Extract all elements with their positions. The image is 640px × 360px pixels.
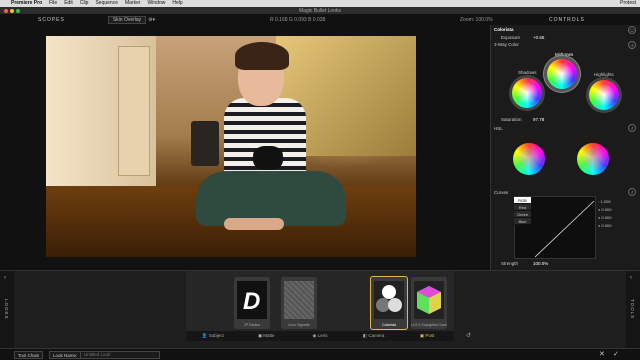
midtones-color-wheel[interactable]	[547, 59, 577, 89]
expand-left-icon[interactable]: ›	[4, 275, 7, 281]
menu-marker[interactable]: Marker	[125, 0, 141, 7]
saturation-value[interactable]: 97.78	[533, 117, 544, 122]
menu-help[interactable]: Help	[172, 0, 182, 7]
menu-edit[interactable]: Edit	[64, 0, 73, 7]
curves-label[interactable]: Curves	[494, 190, 508, 195]
menu-bar: Premiere Pro File Edit Clip Sequence Mar…	[0, 0, 640, 7]
scopes-title[interactable]: SCOPES	[38, 15, 65, 25]
window-title: Magic Bullet Looks	[299, 8, 341, 14]
expand-right-icon[interactable]: ‹	[630, 275, 633, 281]
hsl-label[interactable]: HSL	[494, 126, 503, 131]
tool-chain-area: › LOOKS ‹ TOOLS D 2P Radius Lens Vignett…	[0, 270, 640, 349]
tool-2p-radius[interactable]: D 2P Radius	[234, 277, 270, 329]
curve-value-1[interactable]: 1.000	[601, 199, 611, 204]
exposure-label: Exposure	[501, 35, 521, 40]
tool-colorista[interactable]: Colorista	[371, 277, 407, 329]
gear-icon[interactable]: ⚙▾	[148, 15, 155, 25]
tab-lens[interactable]: ◉ Lens	[293, 331, 347, 341]
menu-app-name[interactable]: Premiere Pro	[11, 0, 42, 7]
menu-right-label[interactable]: Protest	[620, 0, 636, 7]
svg-text:D: D	[243, 288, 260, 315]
curve-value-2[interactable]: 0.000	[602, 207, 612, 212]
highlights-color-wheel[interactable]	[589, 80, 619, 110]
look-name-label: Look Name:	[49, 351, 82, 359]
tool-name-label: Lens Vignette	[288, 323, 310, 327]
highlights-label: Highlights	[594, 72, 614, 77]
hsl-reset-icon[interactable]: ↺	[628, 124, 636, 132]
bottom-bar: Tool Chain Look Name: ✕ ✓	[0, 348, 640, 360]
exposure-value[interactable]: +0.65	[533, 35, 544, 40]
power-icon[interactable]: ⏻	[628, 26, 636, 34]
tool-name-label: LUT 6 Evangelist Common 2	[411, 323, 447, 327]
look-name-input[interactable]	[80, 351, 160, 359]
lut-cube-icon	[417, 286, 441, 314]
tools-side-tab[interactable]: ‹ TOOLS	[626, 271, 640, 349]
curve-value-4[interactable]: 0.000	[602, 223, 612, 228]
confirm-icon[interactable]: ✓	[610, 351, 622, 359]
cancel-icon[interactable]: ✕	[596, 351, 608, 359]
zoom-readout: Zoom: 100.0%	[460, 17, 493, 23]
reset-icon[interactable]: ↺	[466, 331, 471, 341]
tab-post[interactable]: ▣ Post	[400, 331, 454, 341]
tool-thumbnail	[284, 281, 314, 319]
saturation-label: Saturation	[501, 117, 522, 122]
preview-image[interactable]	[46, 36, 416, 257]
radius-icon: D	[243, 288, 260, 315]
channel-green[interactable]: Green	[514, 211, 531, 218]
curve-channel-list: RGB Red Green Blue	[514, 197, 531, 225]
top-toolbar: SCOPES Skin Overlay ⚙▾ R 0.168 G 0.093 B…	[0, 15, 640, 25]
rgb-readout: R 0.168 G 0.093 B 0.038	[270, 17, 326, 23]
tool-category-tabs: 👤 Subject ◼ Matte ◉ Lens ◧ Camera ▣ Post	[186, 331, 454, 341]
tool-name-label: Colorista	[382, 323, 396, 327]
menu-window[interactable]: Window	[148, 0, 166, 7]
minimize-window-icon[interactable]	[10, 9, 14, 13]
zoom-window-icon[interactable]	[16, 9, 20, 13]
controls-title: CONTROLS	[549, 17, 585, 23]
tool-thumbnail	[414, 281, 444, 319]
looks-tab-label: LOOKS	[4, 299, 9, 320]
channel-blue[interactable]: Blue	[514, 218, 531, 225]
tool-name: Colorista	[494, 27, 514, 32]
tool-tray: D 2P Radius Lens Vignette Colorista LUT …	[186, 271, 454, 331]
menu-clip[interactable]: Clip	[80, 0, 89, 7]
curve-value-3[interactable]: 0.000	[602, 215, 612, 220]
tab-subject[interactable]: 👤 Subject	[186, 331, 240, 341]
hsl-saturation-wheel[interactable]	[577, 143, 609, 175]
shadows-label: Shadows	[518, 70, 537, 75]
tool-lens-vignette[interactable]: Lens Vignette	[281, 277, 317, 329]
tool-name-label: 2P Radius	[243, 323, 261, 327]
curve-values: ◦ 1.000 ● 0.000 ● 0.000 ● 0.000	[598, 199, 612, 228]
threeway-label[interactable]: 3-Way Color	[494, 42, 519, 47]
tool-thumbnail: D	[237, 281, 267, 319]
channel-red[interactable]: Red	[514, 204, 531, 211]
channel-rgb[interactable]: RGB	[514, 197, 531, 204]
tool-thumbnail	[374, 281, 404, 319]
strength-value[interactable]: 100.0%	[533, 261, 548, 266]
tab-label: Lens	[317, 333, 328, 338]
menu-sequence[interactable]: Sequence	[95, 0, 118, 7]
strength-label: Strength	[501, 261, 519, 266]
tab-label: Subject	[208, 333, 224, 338]
menu-file[interactable]: File	[49, 0, 57, 7]
shadows-color-wheel[interactable]	[512, 78, 542, 108]
tab-label: Camera	[368, 333, 385, 338]
skin-overlay-button[interactable]: Skin Overlay	[108, 16, 146, 24]
hsl-hue-wheel[interactable]	[513, 143, 545, 175]
tools-tab-label: TOOLS	[630, 299, 635, 320]
image-viewer	[0, 25, 490, 270]
close-window-icon[interactable]	[4, 9, 8, 13]
tool-lut[interactable]: LUT 6 Evangelist Common 2	[411, 277, 447, 329]
looks-side-tab[interactable]: › LOOKS	[0, 271, 14, 349]
midtones-label: Midtones	[555, 52, 574, 57]
window-titlebar: Magic Bullet Looks	[0, 7, 640, 15]
tab-matte[interactable]: ◼ Matte	[240, 331, 294, 341]
threeway-reset-icon[interactable]: ↺	[628, 41, 636, 49]
tool-chain-button[interactable]: Tool Chain	[14, 351, 44, 359]
curves-reset-icon[interactable]: ↺	[628, 188, 636, 196]
tab-camera[interactable]: ◧ Camera	[347, 331, 401, 341]
tab-label: Matte	[263, 333, 275, 338]
tab-label: Post	[425, 333, 435, 338]
colorista-icon	[376, 285, 402, 312]
